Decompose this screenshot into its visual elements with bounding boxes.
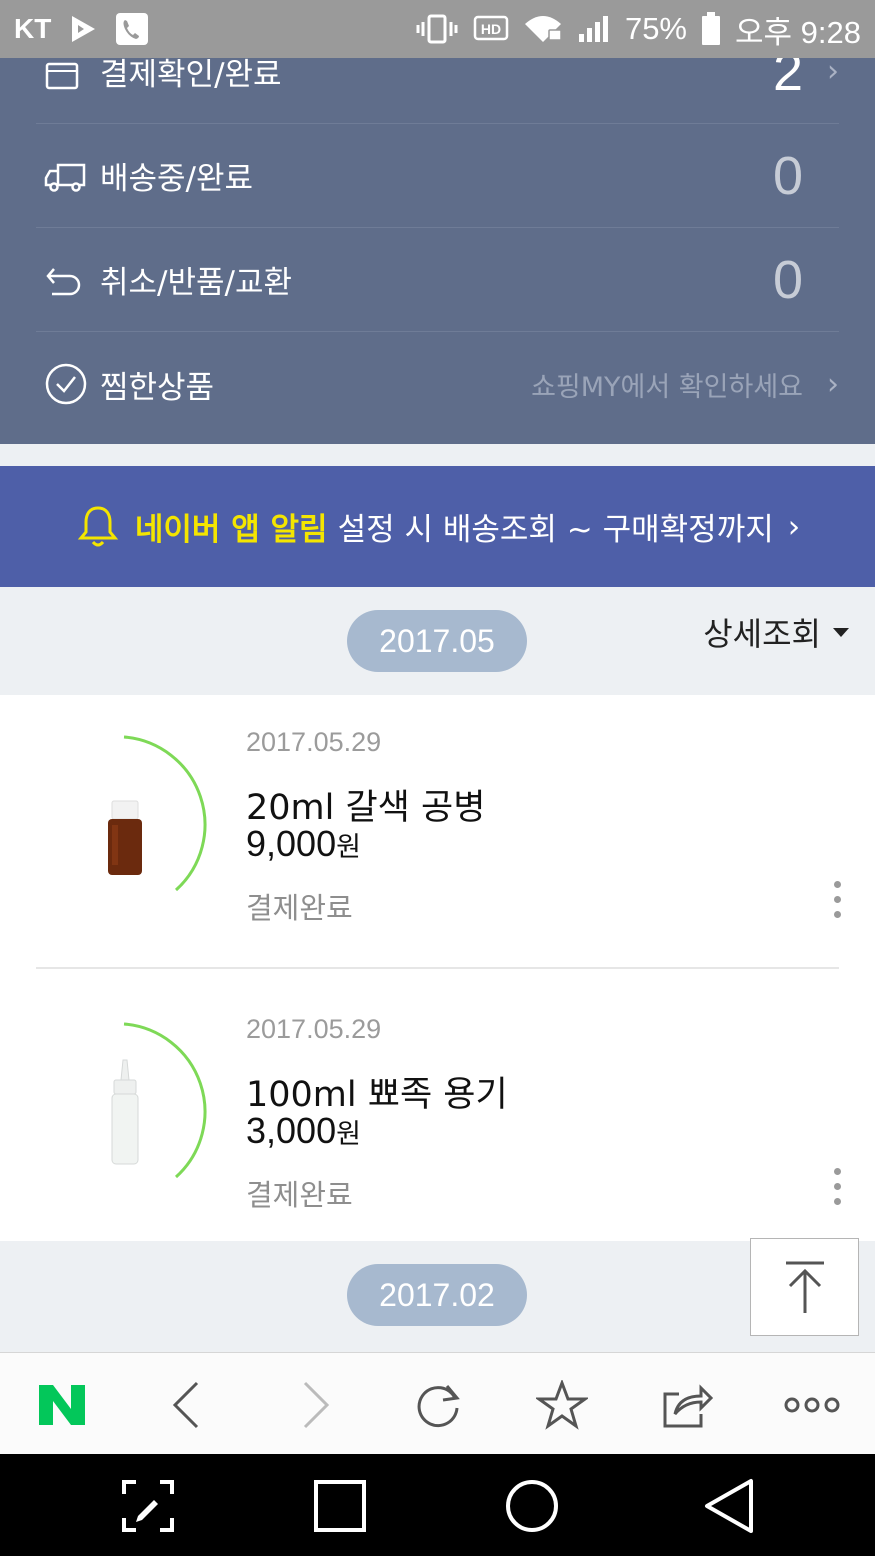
chevron-right-icon: › bbox=[827, 58, 839, 89]
browser-toolbar bbox=[0, 1352, 875, 1454]
back-button[interactable] bbox=[156, 1375, 216, 1435]
star-icon bbox=[536, 1380, 588, 1430]
order-row-label: 취소/반품/교환 bbox=[100, 265, 293, 301]
product-price: 3,000원 bbox=[246, 1110, 361, 1152]
product-thumbnail bbox=[108, 735, 207, 892]
chevron-right-icon bbox=[303, 1381, 330, 1429]
order-row-label: 찜한상품 bbox=[100, 369, 215, 406]
refresh-icon bbox=[417, 1385, 460, 1428]
signal-icon bbox=[578, 16, 608, 42]
svg-text:HD: HD bbox=[481, 21, 501, 37]
order-date: 2017.05.29 bbox=[246, 1014, 382, 1044]
truck-icon bbox=[36, 159, 96, 193]
forward-button[interactable] bbox=[286, 1375, 346, 1435]
order-item[interactable]: 2017.05.29 100ml 뾰족 용기 3,000원 결제완료 bbox=[0, 982, 875, 1254]
product-thumbnail bbox=[111, 1022, 207, 1179]
banner-highlight: 네이버 앱 알림 bbox=[134, 512, 328, 548]
bell-icon bbox=[77, 505, 119, 546]
recent-apps-button[interactable] bbox=[310, 1476, 370, 1536]
arrow-up-icon bbox=[785, 1261, 824, 1313]
price-value: 3,000 bbox=[246, 1110, 337, 1151]
status-bar: KT HD 75% 오후 9:28 bbox=[0, 0, 875, 58]
banner-text: 설정 시 배송조회 ~ 구매확정까지 bbox=[337, 512, 774, 548]
more-options-icon[interactable] bbox=[831, 1168, 843, 1205]
order-status: 결제완료 bbox=[246, 891, 353, 925]
wifi-icon bbox=[524, 16, 562, 42]
chevron-left-icon bbox=[172, 1381, 199, 1429]
currency-label: 원 bbox=[336, 832, 361, 863]
detail-view-label: 상세조회 bbox=[703, 615, 821, 653]
order-row-count: 0 bbox=[772, 145, 803, 206]
battery-icon bbox=[702, 12, 720, 45]
order-row-label: 배송중/완료 bbox=[100, 161, 254, 197]
nav-back-button[interactable] bbox=[698, 1476, 758, 1536]
order-status: 결제완료 bbox=[246, 1178, 353, 1212]
capture-edit-icon bbox=[122, 1480, 174, 1532]
order-status-panel: 결제확인/완료 2 › 배송중/완료 0 취소/반품/교환 0 찜한상품 쇼핑M… bbox=[0, 58, 875, 444]
chevron-right-icon: › bbox=[827, 366, 839, 402]
check-circle-icon bbox=[36, 362, 96, 406]
screen-capture-button[interactable] bbox=[118, 1476, 178, 1536]
order-row-payment[interactable]: 결제확인/완료 2 › bbox=[36, 58, 839, 124]
naver-logo-icon bbox=[39, 1385, 85, 1425]
order-row-wishlist[interactable]: 찜한상품 쇼핑MY에서 확인하세요 › bbox=[36, 332, 839, 436]
share-button[interactable] bbox=[656, 1375, 716, 1435]
wishlist-hint: 쇼핑MY에서 확인하세요 bbox=[531, 371, 803, 403]
battery-percent: 75% bbox=[624, 11, 687, 46]
chevron-right-icon: › bbox=[787, 508, 801, 545]
triangle-back-icon bbox=[705, 1479, 753, 1533]
order-row-shipping[interactable]: 배송중/완료 0 bbox=[36, 124, 839, 228]
scroll-top-button[interactable] bbox=[750, 1238, 859, 1336]
more-menu-button[interactable] bbox=[782, 1375, 842, 1435]
order-row-cancel[interactable]: 취소/반품/교환 0 bbox=[36, 228, 839, 332]
home-button[interactable] bbox=[502, 1476, 562, 1536]
bookmark-button[interactable] bbox=[532, 1375, 592, 1435]
order-row-label: 결제확인/완료 bbox=[100, 58, 282, 93]
system-nav-bar bbox=[0, 1454, 875, 1556]
currency-label: 원 bbox=[336, 1119, 361, 1150]
square-icon bbox=[314, 1480, 366, 1532]
hd-icon: HD bbox=[473, 15, 509, 41]
circle-icon bbox=[506, 1480, 558, 1532]
price-value: 9,000 bbox=[246, 823, 337, 864]
month-section-header: 2017.05 상세조회 bbox=[0, 589, 875, 695]
order-date: 2017.05.29 bbox=[246, 727, 382, 757]
share-icon bbox=[663, 1384, 713, 1428]
phone-icon bbox=[116, 13, 149, 45]
play-store-icon bbox=[72, 16, 96, 42]
refresh-button[interactable] bbox=[408, 1375, 468, 1435]
naver-home-button[interactable] bbox=[32, 1375, 92, 1435]
clock: 오후 9:28 bbox=[735, 14, 861, 50]
month-pill: 2017.05 bbox=[347, 610, 527, 672]
caret-down-icon bbox=[833, 627, 849, 637]
divider bbox=[36, 967, 839, 969]
month-pill: 2017.02 bbox=[347, 1264, 527, 1326]
notification-banner[interactable]: 네이버 앱 알림 설정 시 배송조회 ~ 구매확정까지 › bbox=[0, 466, 875, 587]
more-dots-icon bbox=[784, 1397, 840, 1413]
detail-view-dropdown[interactable]: 상세조회 bbox=[703, 609, 849, 655]
order-list: 2017.05.29 20ml 갈색 공병 9,000원 결제완료 2017.0… bbox=[0, 695, 875, 1241]
month-section-header: 2017.02 bbox=[0, 1243, 875, 1352]
return-icon bbox=[36, 263, 96, 297]
order-row-count: 0 bbox=[772, 249, 803, 310]
order-item[interactable]: 2017.05.29 20ml 갈색 공병 9,000원 결제완료 bbox=[0, 695, 875, 969]
bag-icon bbox=[36, 58, 96, 90]
carrier-label: KT bbox=[14, 13, 52, 44]
more-options-icon[interactable] bbox=[831, 881, 843, 918]
vibrate-icon bbox=[416, 14, 458, 44]
order-row-count: 2 bbox=[772, 58, 803, 102]
product-price: 9,000원 bbox=[246, 823, 361, 865]
